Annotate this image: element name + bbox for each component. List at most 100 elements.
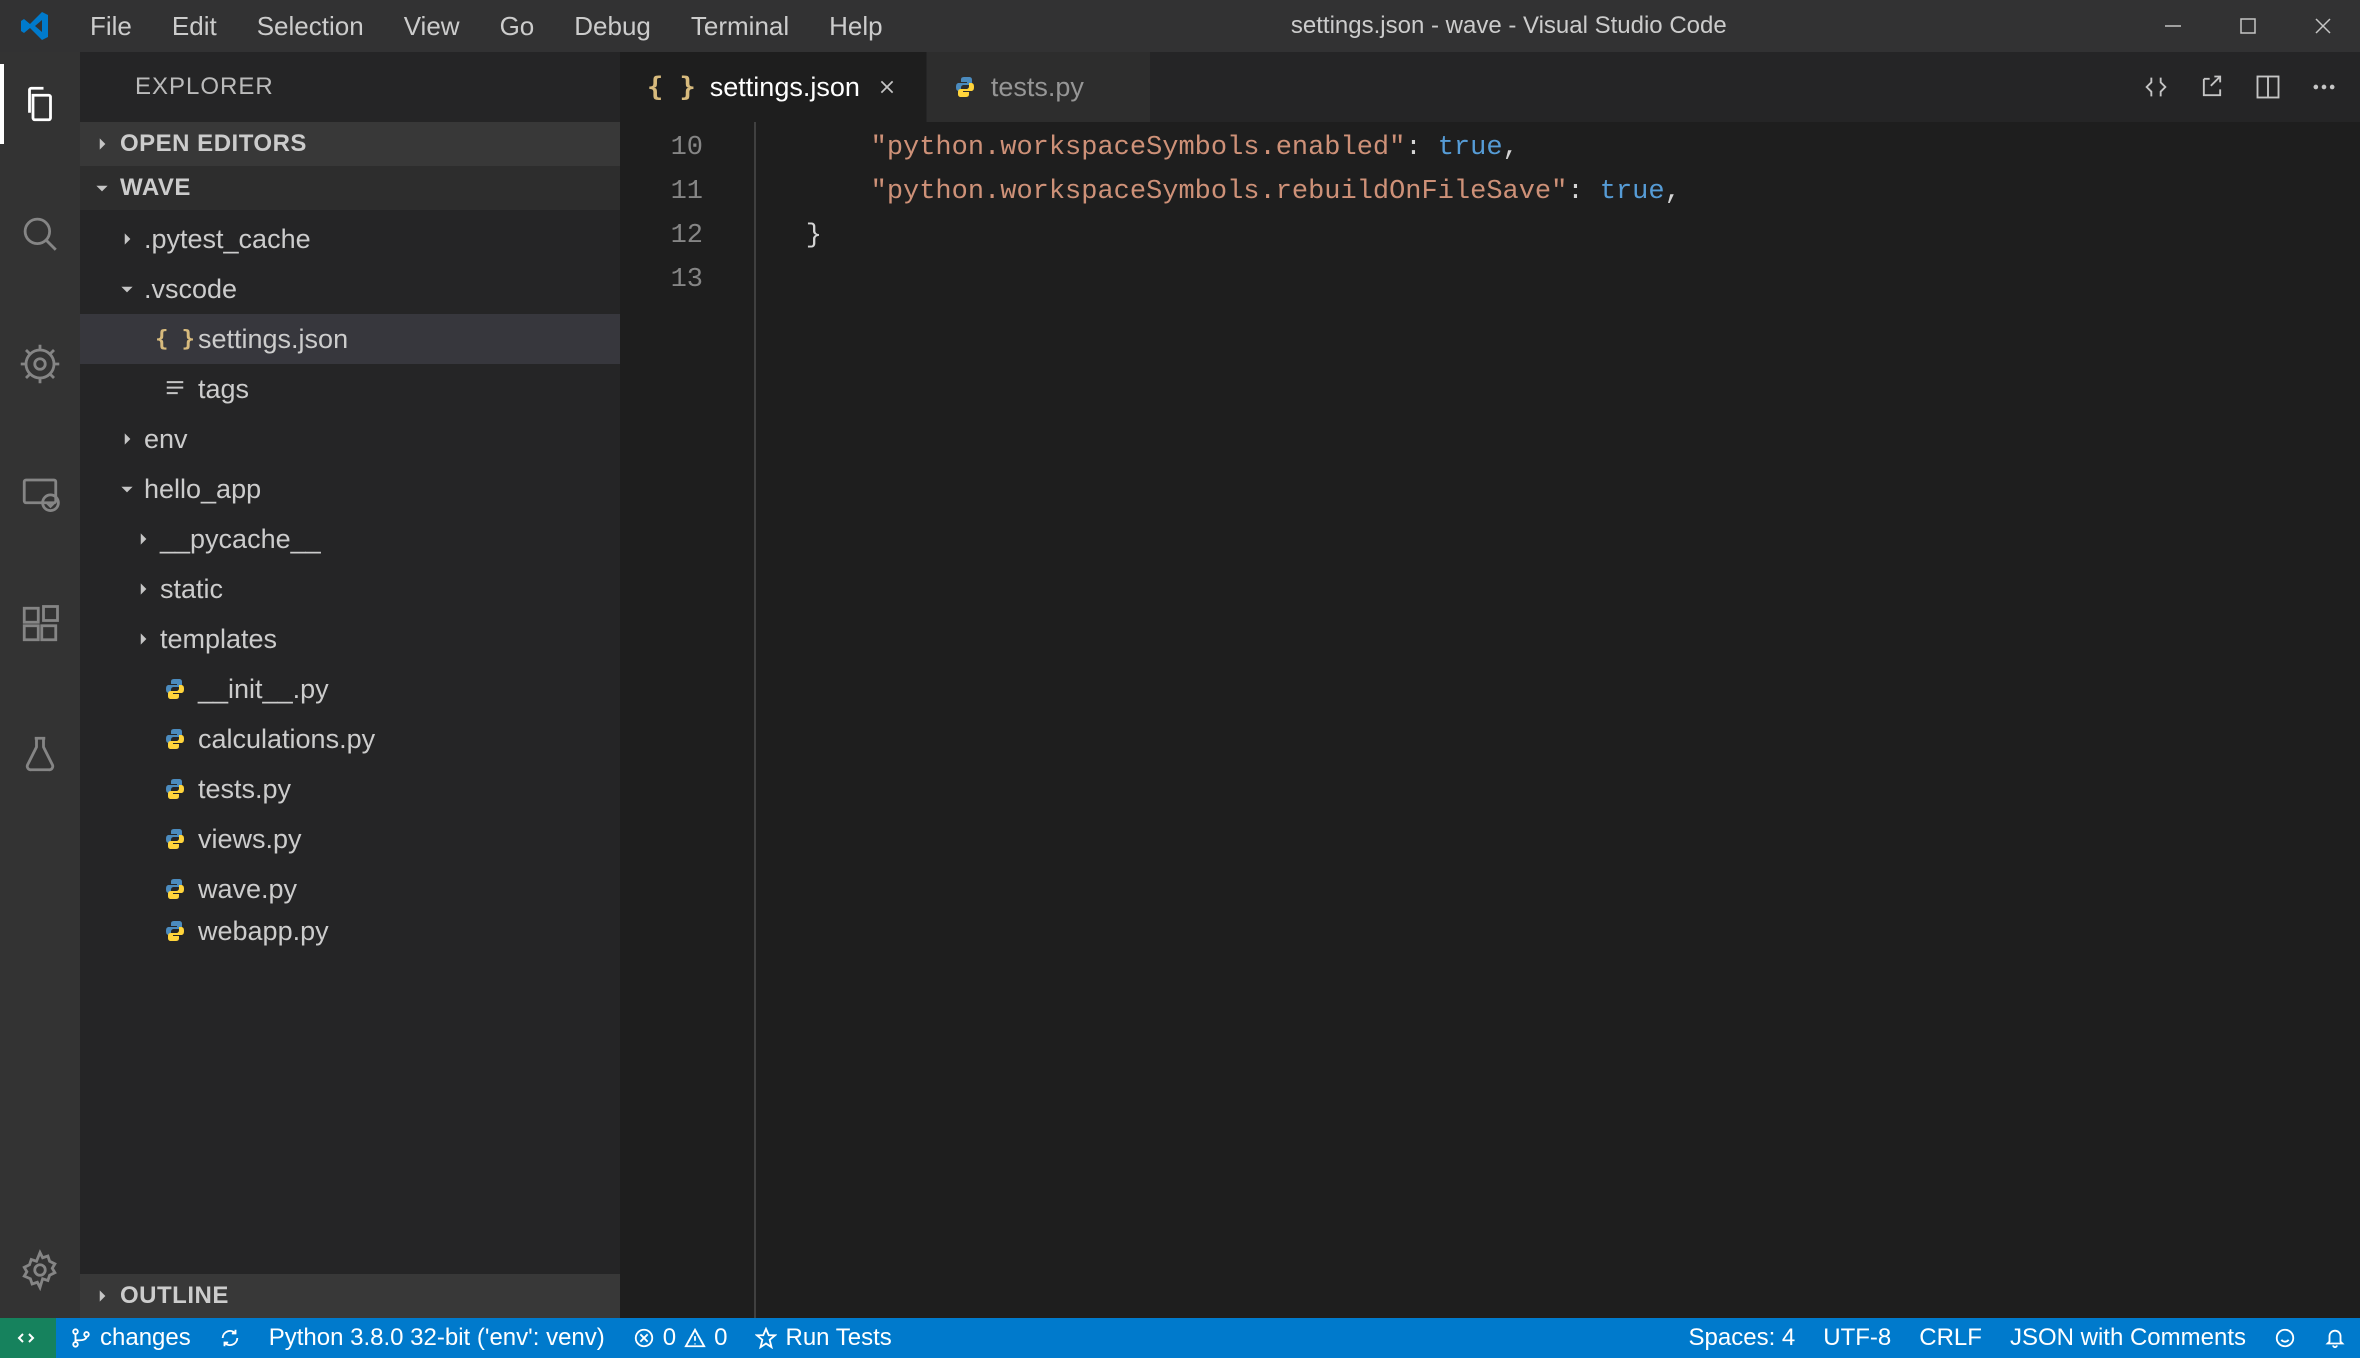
activity-remote-icon[interactable] [0, 454, 80, 534]
menu-debug[interactable]: Debug [554, 0, 671, 52]
folder--vscode[interactable]: .vscode [80, 264, 620, 314]
json-icon: { } [158, 327, 192, 352]
python-icon [158, 919, 192, 943]
open-editors-header[interactable]: OPEN EDITORS [80, 122, 620, 166]
eol-status[interactable]: CRLF [1905, 1318, 1996, 1358]
tree-item-label: .pytest_cache [142, 224, 311, 255]
maximize-button[interactable] [2210, 0, 2285, 52]
main-area: EXPLORER OPEN EDITORS WAVE .pytest_cache… [0, 52, 2360, 1318]
tree-item-label: __init__.py [196, 674, 329, 705]
menu-selection[interactable]: Selection [237, 0, 384, 52]
chevron-right-icon [128, 580, 158, 598]
activity-explorer-icon[interactable] [0, 64, 80, 144]
branch-name: changes [100, 1324, 191, 1352]
editor-group: { } settings.json tests.py [620, 52, 2360, 1318]
file-calculations-py[interactable]: calculations.py [80, 714, 620, 764]
git-sync[interactable] [205, 1318, 255, 1358]
indentation-status[interactable]: Spaces: 4 [1675, 1318, 1810, 1358]
folder-static[interactable]: static [80, 564, 620, 614]
file-settings-json[interactable]: { }settings.json [80, 314, 620, 364]
run-tests[interactable]: Run Tests [741, 1318, 905, 1358]
notifications-icon[interactable] [2310, 1318, 2360, 1358]
close-button[interactable] [2285, 0, 2360, 52]
tree-item-label: wave.py [196, 874, 297, 905]
close-icon[interactable] [874, 78, 900, 96]
activity-bar [0, 52, 80, 1318]
problems[interactable]: 0 0 [619, 1318, 742, 1358]
menu-file[interactable]: File [70, 0, 152, 52]
python-icon [953, 75, 977, 99]
tab-settings-json[interactable]: { } settings.json [621, 52, 927, 122]
chevron-right-icon [128, 630, 158, 648]
split-editor-icon[interactable] [2254, 73, 2282, 101]
encoding-status[interactable]: UTF-8 [1809, 1318, 1905, 1358]
folder--pytest-cache[interactable]: .pytest_cache [80, 214, 620, 264]
menu-edit[interactable]: Edit [152, 0, 237, 52]
window-controls [2135, 0, 2360, 52]
activity-search-icon[interactable] [0, 194, 80, 274]
chevron-down-icon [112, 480, 142, 498]
outline-header[interactable]: OUTLINE [80, 1274, 620, 1318]
activity-debug-icon[interactable] [0, 324, 80, 404]
tree-item-label: settings.json [196, 324, 348, 355]
menu-bar: File Edit Selection View Go Debug Termin… [70, 0, 903, 52]
menu-help[interactable]: Help [809, 0, 902, 52]
file-tests-py[interactable]: tests.py [80, 764, 620, 814]
chevron-right-icon [128, 530, 158, 548]
python-interpreter[interactable]: Python 3.8.0 32-bit ('env': venv) [255, 1318, 619, 1358]
python-icon [158, 877, 192, 901]
editor-actions [2120, 52, 2360, 122]
tree-item-label: calculations.py [196, 724, 375, 755]
file-wave-py[interactable]: wave.py [80, 864, 620, 914]
feedback-icon[interactable] [2260, 1318, 2310, 1358]
menu-terminal[interactable]: Terminal [671, 0, 809, 52]
minimize-button[interactable] [2135, 0, 2210, 52]
file-webapp-py[interactable]: webapp.py [80, 914, 620, 948]
python-icon [158, 827, 192, 851]
file-views-py[interactable]: views.py [80, 814, 620, 864]
language-mode[interactable]: JSON with Comments [1996, 1318, 2260, 1358]
tree-item-label: hello_app [142, 474, 261, 505]
compare-icon[interactable] [2142, 73, 2170, 101]
chevron-right-icon [112, 430, 142, 448]
line-numbers: 10111213 [621, 122, 741, 1318]
outline-label: OUTLINE [120, 1282, 229, 1310]
activity-settings-icon[interactable] [0, 1230, 80, 1310]
activity-extensions-icon[interactable] [0, 584, 80, 664]
file-tags[interactable]: tags [80, 364, 620, 414]
remote-indicator[interactable] [0, 1318, 56, 1358]
git-branch[interactable]: changes [56, 1318, 205, 1358]
tree-item-label: views.py [196, 824, 302, 855]
sidebar-title: EXPLORER [80, 52, 620, 122]
tree-item-label: templates [158, 624, 277, 655]
tree-item-label: tests.py [196, 774, 291, 805]
vscode-logo-icon [0, 10, 70, 42]
more-actions-icon[interactable] [2310, 73, 2338, 101]
editor-tabs: { } settings.json tests.py [621, 52, 2360, 122]
menu-view[interactable]: View [384, 0, 480, 52]
code-editor[interactable]: 10111213 "python.workspaceSymbols.enable… [621, 122, 2360, 1318]
open-editors-label: OPEN EDITORS [120, 130, 307, 158]
folder-hello-app[interactable]: hello_app [80, 464, 620, 514]
open-changes-icon[interactable] [2198, 73, 2226, 101]
tab-label: settings.json [710, 72, 860, 103]
tree-item-label: static [158, 574, 223, 605]
code-content: "python.workspaceSymbols.enabled": true,… [741, 122, 1681, 1318]
tree-item-label: __pycache__ [158, 524, 321, 555]
folder---pycache--[interactable]: __pycache__ [80, 514, 620, 564]
chevron-right-icon [88, 1287, 116, 1305]
file-tree[interactable]: .pytest_cache.vscode{ }settings.jsontags… [80, 210, 620, 1274]
tab-label: tests.py [991, 72, 1084, 103]
json-icon: { } [647, 72, 696, 103]
folder-templates[interactable]: templates [80, 614, 620, 664]
folder-env[interactable]: env [80, 414, 620, 464]
activity-test-icon[interactable] [0, 714, 80, 794]
status-bar: changes Python 3.8.0 32-bit ('env': venv… [0, 1318, 2360, 1358]
menu-go[interactable]: Go [480, 0, 555, 52]
python-icon [158, 777, 192, 801]
tab-tests-py[interactable]: tests.py [927, 52, 1151, 122]
file---init---py[interactable]: __init__.py [80, 664, 620, 714]
workspace-label: WAVE [120, 174, 191, 202]
title-bar: File Edit Selection View Go Debug Termin… [0, 0, 2360, 52]
workspace-header[interactable]: WAVE [80, 166, 620, 210]
